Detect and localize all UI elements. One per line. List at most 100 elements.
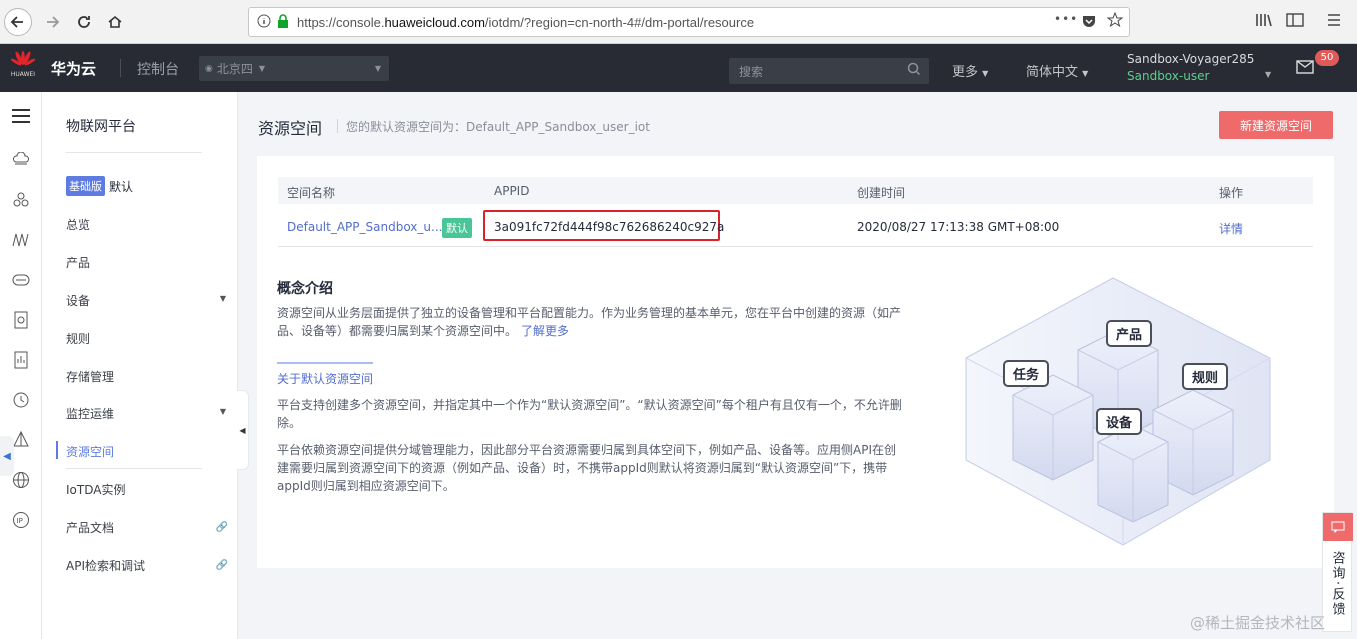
url-bar[interactable]: https://console.huaweicloud.com/iotdm/?r…	[248, 7, 1130, 37]
language-menu[interactable]: 简体中文 ▼	[1026, 61, 1088, 80]
concept-title: 概念介绍	[277, 281, 333, 297]
divider	[66, 468, 202, 469]
mail-icon[interactable]	[1296, 60, 1314, 77]
back-icon[interactable]	[4, 8, 32, 36]
monitor-icon[interactable]	[11, 350, 31, 370]
chevron-down-icon[interactable]: ▼	[1265, 70, 1271, 79]
sidebar-item-api-explorer[interactable]: API检索和调试 🔗	[66, 557, 228, 574]
info-icon[interactable]	[257, 14, 271, 31]
bookmark-star-icon[interactable]	[1106, 11, 1124, 31]
sidebar-item-storage[interactable]: 存储管理	[66, 368, 226, 385]
default-badge: 默认	[442, 218, 472, 238]
table-header: 空间名称 APPID 创建时间 操作	[278, 177, 1313, 204]
region-value: 北京四	[216, 62, 253, 76]
resource-space-illustration: 产品 任务 规则 设备	[958, 270, 1278, 555]
label-device: 设备	[1096, 408, 1143, 435]
details-link[interactable]: 详情	[1219, 220, 1243, 237]
sidebar-item-overview[interactable]: 总览	[66, 216, 226, 233]
search-input[interactable]: 搜索	[729, 58, 929, 84]
default-space-hint: 您的默认资源空间为：Default_APP_Sandbox_user_iot	[346, 120, 650, 134]
document-icon[interactable]	[11, 310, 31, 330]
sidebar-collapse-handle[interactable]: ◀	[237, 390, 249, 470]
cloud-server-icon[interactable]	[11, 150, 31, 170]
created-time: 2020/08/27 17:13:38 GMT+08:00	[857, 220, 1060, 234]
tab-default-resource-space[interactable]: 关于默认资源空间	[277, 370, 373, 387]
tab-underline	[277, 362, 373, 364]
appid-value: 3a091fc72fd444f98c762686240c927a	[494, 220, 725, 234]
sidebar-item-product-docs[interactable]: 产品文档 🔗	[66, 519, 228, 536]
sidebar-item-devices[interactable]: 设备 ▼	[66, 292, 226, 309]
sidebar-title: 物联网平台	[66, 119, 136, 135]
service-sidebar: 物联网平台 基础版 默认 总览 产品 设备 ▼ 规则 存储管理 监控运维 ▼ 资源空…	[42, 92, 238, 639]
globe-icon[interactable]	[11, 470, 31, 490]
search-placeholder: 搜索	[739, 64, 764, 79]
watermark: @稀土掘金技术社区	[1190, 614, 1326, 632]
sidebar-item-products[interactable]: 产品	[66, 254, 226, 271]
chevron-down-icon: ▼	[258, 64, 266, 73]
space-name-link[interactable]: Default_APP_Sandbox_u...	[287, 220, 442, 234]
column-header-created: 创建时间	[857, 186, 906, 200]
edition-tag: 基础版	[66, 176, 105, 196]
database-icon[interactable]	[11, 270, 31, 290]
chevron-left-icon: ◀	[239, 425, 246, 435]
default-space-paragraph: 平台支持创建多个资源空间，并指定其中一个作为“默认资源空间”。“默认资源空间”每…	[277, 398, 902, 430]
ip-icon[interactable]: IP	[11, 510, 31, 530]
learn-more-link[interactable]: 了解更多	[521, 324, 569, 338]
library-icon[interactable]	[1255, 12, 1273, 32]
home-icon[interactable]	[101, 8, 129, 36]
reload-icon[interactable]	[70, 8, 98, 36]
label-rule: 规则	[1182, 363, 1229, 390]
logo-text: HUAWEI	[10, 71, 36, 78]
chevron-down-icon: ▼	[982, 69, 989, 78]
account-menu[interactable]: Sandbox-Voyager285 Sandbox-user	[1127, 52, 1254, 83]
sidebar-toggle-icon[interactable]	[1286, 12, 1304, 32]
concept-paragraph: 资源空间从业务层面提供了独立的设备管理和平台配置能力。作为业务管理的基本单元，您…	[277, 306, 902, 338]
edition-switch[interactable]: 基础版 默认	[66, 176, 133, 196]
create-resource-space-button[interactable]: 新建资源空间	[1219, 111, 1333, 139]
divider	[120, 59, 121, 77]
label-task: 任务	[1003, 360, 1050, 387]
column-header-appid: APPID	[494, 184, 530, 198]
chat-icon	[1323, 513, 1353, 541]
page-actions-icon[interactable]: •••	[1054, 12, 1078, 26]
chevron-down-icon: ▼	[374, 64, 381, 73]
chevron-down-icon: ▼	[219, 294, 226, 303]
network-icon[interactable]	[11, 230, 31, 250]
sidebar-item-iotda-instance[interactable]: IoTDA实例	[66, 481, 226, 498]
link-icon: 🔗	[215, 560, 228, 571]
chevron-down-icon: ▼	[1082, 69, 1089, 78]
sidebar-item-resource-space[interactable]: 资源空间	[66, 443, 226, 460]
sidebar-item-monitoring[interactable]: 监控运维 ▼	[66, 405, 226, 422]
edition-default: 默认	[109, 179, 134, 194]
huawei-logo[interactable]: HUAWEI	[8, 50, 38, 88]
deploy-icon[interactable]	[11, 430, 31, 450]
cluster-icon[interactable]	[11, 190, 31, 210]
active-indicator	[56, 441, 58, 459]
svg-text:IP: IP	[17, 517, 23, 525]
link-icon: 🔗	[215, 522, 228, 533]
account-name: Sandbox-Voyager285	[1127, 52, 1255, 66]
pocket-icon[interactable]	[1082, 14, 1096, 31]
location-icon: ◉	[205, 63, 213, 74]
feedback-label: 咨询·反馈	[1329, 551, 1345, 618]
divider	[66, 152, 202, 153]
domain-paragraph: 平台依赖资源空间提供分域管理能力，因此部分平台资源需要归属到具体空间下，例如产品…	[277, 443, 896, 493]
column-header-name: 空间名称	[287, 186, 336, 200]
sidebar-item-rules[interactable]: 规则	[66, 330, 226, 347]
hamburger-icon[interactable]	[11, 106, 31, 126]
divider	[278, 246, 1313, 247]
url-text: https://console.huaweicloud.com/iotdm/?r…	[297, 14, 755, 30]
column-header-actions: 操作	[1219, 186, 1244, 200]
more-menu[interactable]: 更多 ▼	[952, 61, 988, 80]
brand-name[interactable]: 华为云	[51, 58, 96, 79]
region-select[interactable]: ◉ 北京四 ▼ ▼	[199, 56, 389, 81]
forward-icon[interactable]	[38, 8, 66, 36]
menu-icon[interactable]	[1326, 12, 1342, 32]
feedback-widget[interactable]: 咨询·反馈	[1322, 512, 1353, 632]
divider	[337, 119, 338, 133]
history-icon[interactable]	[11, 390, 31, 410]
mail-count-badge: 50	[1315, 50, 1339, 66]
chevron-left-icon[interactable]: ◀	[0, 436, 14, 476]
console-link[interactable]: 控制台	[137, 59, 179, 79]
search-icon[interactable]	[907, 62, 921, 79]
